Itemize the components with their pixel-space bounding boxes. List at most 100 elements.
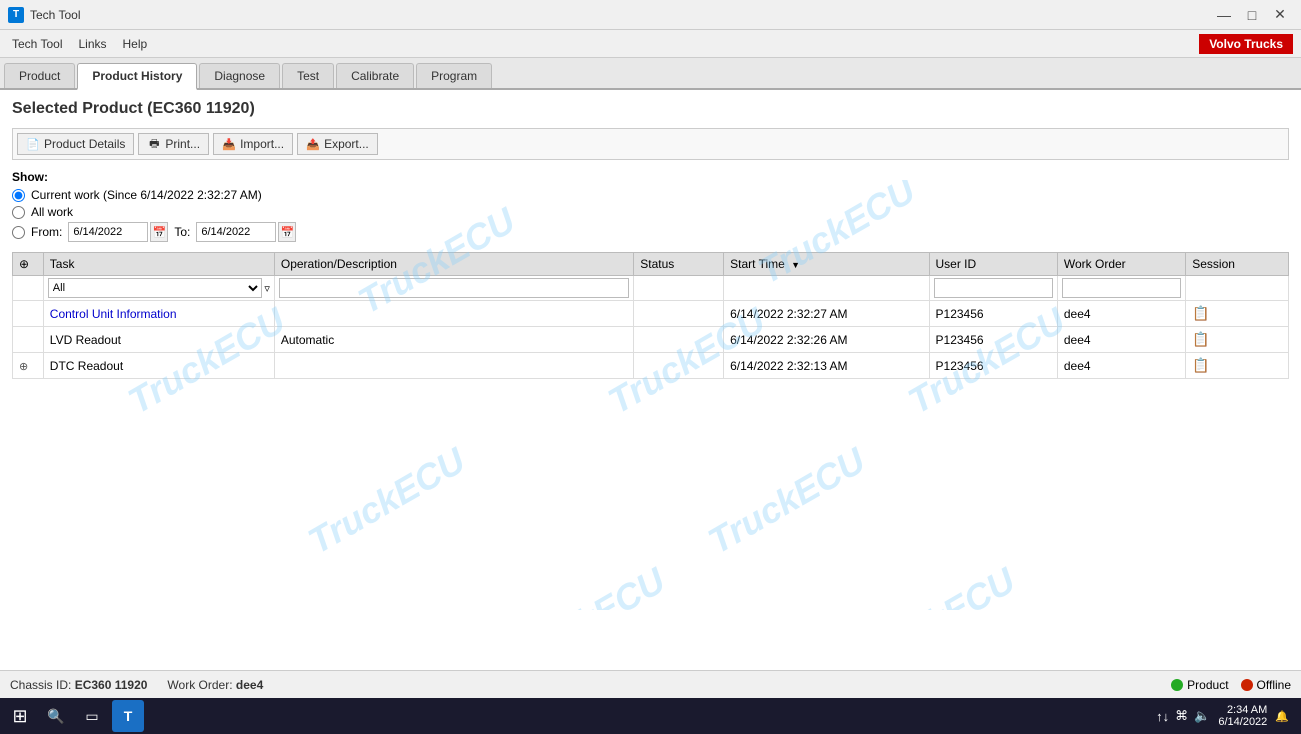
wifi-icon: ⌘ <box>1175 708 1188 724</box>
row1-session-icon[interactable]: 📋 <box>1192 305 1209 321</box>
table-row: Control Unit Information 6/14/2022 2:32:… <box>13 301 1289 327</box>
col-task-header[interactable]: Task <box>43 253 274 276</box>
menu-links[interactable]: Links <box>70 35 114 53</box>
taskbar-multitasking-button[interactable]: ▭ <box>76 702 108 730</box>
taskbar-clock[interactable]: 2:34 AM 6/14/2022 <box>1218 704 1267 728</box>
row2-start-time-cell: 6/14/2022 2:32:26 AM <box>724 327 929 353</box>
row3-session-cell: 📋 <box>1186 353 1289 379</box>
offline-status-label: Offline <box>1257 678 1291 692</box>
task-header-label: Task <box>50 257 75 271</box>
row1-status-cell <box>634 301 724 327</box>
export-icon: 📤 <box>306 137 320 151</box>
app-icon: T <box>8 7 24 23</box>
print-label: Print... <box>165 137 200 151</box>
from-calendar-button[interactable]: 📅 <box>150 222 168 242</box>
start-button[interactable]: ⊞ <box>4 700 36 732</box>
tab-product-history[interactable]: Product History <box>77 63 197 90</box>
from-radio-item[interactable]: From: 📅 To: 📅 <box>12 222 1289 242</box>
print-button[interactable]: 🖶 Print... <box>138 133 209 155</box>
col-user-id-header[interactable]: User ID <box>929 253 1057 276</box>
volvo-trucks-button[interactable]: Volvo Trucks <box>1199 34 1293 54</box>
import-label: Import... <box>240 137 284 151</box>
tab-bar: Product Product History Diagnose Test Ca… <box>0 58 1301 90</box>
current-work-radio[interactable] <box>12 189 25 202</box>
to-date-input[interactable] <box>196 222 276 242</box>
product-details-button[interactable]: 📄 Product Details <box>17 133 134 155</box>
row3-user-id-cell: P123456 <box>929 353 1057 379</box>
watermark-8: TruckECU <box>501 559 672 610</box>
product-status-dot <box>1171 679 1183 691</box>
row1-session-cell: 📋 <box>1186 301 1289 327</box>
task-filter-icon[interactable]: ▿ <box>264 282 270 295</box>
filter-user-id-cell <box>929 276 1057 301</box>
menu-bar: Tech Tool Links Help Volvo Trucks <box>0 30 1301 58</box>
tab-diagnose[interactable]: Diagnose <box>199 63 280 88</box>
control-unit-link[interactable]: Control Unit Information <box>50 307 177 321</box>
task-filter-select[interactable]: All <box>48 278 263 298</box>
tab-calibrate[interactable]: Calibrate <box>336 63 414 88</box>
show-section: Show: Current work (Since 6/14/2022 2:32… <box>12 170 1289 242</box>
chassis-id-label: Chassis ID: EC360 11920 <box>10 678 147 692</box>
show-label: Show: <box>12 170 1289 184</box>
import-button[interactable]: 📥 Import... <box>213 133 293 155</box>
status-right: Product Offline <box>1171 678 1291 692</box>
col-work-order-header[interactable]: Work Order <box>1057 253 1185 276</box>
taskbar-right: ↑↓ ⌘ 🔈 2:34 AM 6/14/2022 🔔 <box>1156 704 1297 728</box>
from-date-input[interactable] <box>68 222 148 242</box>
watermark-container: TruckECU TruckECU TruckECU TruckECU Truc… <box>0 180 1301 610</box>
taskbar-time: 2:34 AM <box>1227 704 1267 716</box>
user-id-header-label: User ID <box>936 257 977 271</box>
row1-expand-cell <box>13 301 44 327</box>
menu-help[interactable]: Help <box>115 35 156 53</box>
taskbar-app-icon[interactable]: T <box>112 700 144 732</box>
export-button[interactable]: 📤 Export... <box>297 133 378 155</box>
row2-task-cell: LVD Readout <box>43 327 274 353</box>
col-start-time-header[interactable]: Start Time ▼ <box>724 253 929 276</box>
col-session-header[interactable]: Session <box>1186 253 1289 276</box>
tab-test[interactable]: Test <box>282 63 334 88</box>
menu-tech-tool[interactable]: Tech Tool <box>4 35 70 53</box>
operation-header-label: Operation/Description <box>281 257 397 271</box>
work-order-status: Work Order: dee4 <box>167 678 263 692</box>
row3-expand-icon[interactable]: ⊕ <box>19 361 28 373</box>
user-id-filter-input[interactable] <box>934 278 1053 298</box>
export-label: Export... <box>324 137 369 151</box>
table-row: ⊕ DTC Readout 6/14/2022 2:32:13 AM P1234… <box>13 353 1289 379</box>
filter-status-cell <box>634 276 724 301</box>
status-bar: Chassis ID: EC360 11920 Work Order: dee4… <box>0 670 1301 698</box>
current-work-radio-item[interactable]: Current work (Since 6/14/2022 2:32:27 AM… <box>12 188 1289 202</box>
filter-session-cell <box>1186 276 1289 301</box>
operation-filter-input[interactable] <box>279 278 629 298</box>
close-button[interactable]: ✕ <box>1267 5 1293 25</box>
watermark-6: TruckECU <box>301 439 472 562</box>
page-title: Selected Product (EC360 11920) <box>12 100 1289 118</box>
maximize-button[interactable]: □ <box>1239 5 1265 25</box>
offline-status: Offline <box>1241 678 1291 692</box>
row2-work-order-cell: dee4 <box>1057 327 1185 353</box>
offline-status-dot <box>1241 679 1253 691</box>
from-date-wrapper: 📅 <box>68 222 168 242</box>
col-expand-header[interactable]: ⊕ <box>13 253 44 276</box>
row1-operation-cell <box>274 301 633 327</box>
col-status-header[interactable]: Status <box>634 253 724 276</box>
notification-icon[interactable]: 🔔 <box>1275 710 1289 723</box>
taskbar-search-button[interactable]: 🔍 <box>40 702 72 730</box>
tab-product[interactable]: Product <box>4 63 75 88</box>
col-operation-header[interactable]: Operation/Description <box>274 253 633 276</box>
minimize-button[interactable]: — <box>1211 5 1237 25</box>
expand-all-icon[interactable]: ⊕ <box>19 257 29 271</box>
start-time-sort-icon: ▼ <box>791 260 800 270</box>
product-status-label: Product <box>1187 678 1228 692</box>
title-bar: T Tech Tool — □ ✕ <box>0 0 1301 30</box>
all-work-radio[interactable] <box>12 206 25 219</box>
tab-program[interactable]: Program <box>416 63 492 88</box>
from-radio[interactable] <box>12 226 25 239</box>
product-details-label: Product Details <box>44 137 125 151</box>
row2-status-cell <box>634 327 724 353</box>
work-order-filter-input[interactable] <box>1062 278 1181 298</box>
network-icon: ↑↓ <box>1156 709 1169 724</box>
row2-session-icon[interactable]: 📋 <box>1192 331 1209 347</box>
to-calendar-button[interactable]: 📅 <box>278 222 296 242</box>
row3-session-icon[interactable]: 📋 <box>1192 357 1209 373</box>
all-work-radio-item[interactable]: All work <box>12 205 1289 219</box>
